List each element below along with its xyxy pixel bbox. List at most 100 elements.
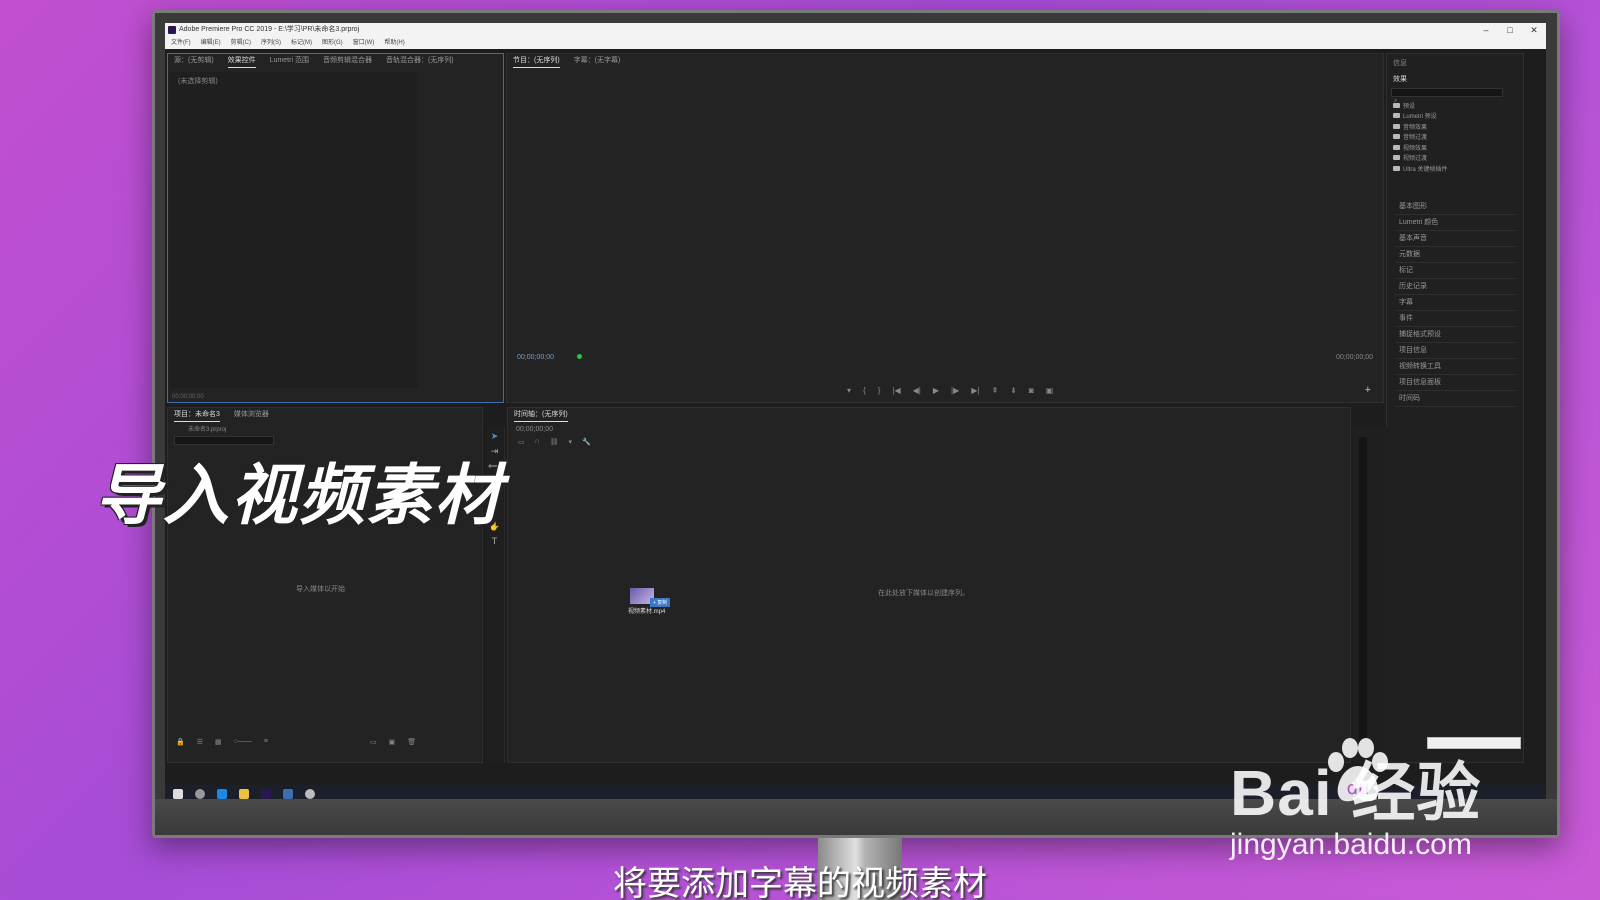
dragged-clip[interactable]: + 复制 视频素材.mp4: [628, 588, 678, 615]
effect-controls-area: (未选择剪辑): [170, 72, 418, 388]
program-monitor-panel: 节目：(无序列) 字幕：(无字幕) 00;00;00;00 00;00;00;0…: [506, 53, 1384, 403]
windows-start-icon[interactable]: [173, 789, 183, 799]
trash-icon[interactable]: 🗑: [407, 738, 416, 746]
folder-audio-effects[interactable]: 音频效果: [1389, 121, 1507, 132]
step-forward-icon[interactable]: |▶: [951, 386, 959, 395]
folder-icon: [1393, 144, 1400, 150]
menu-clip[interactable]: 剪辑(C): [231, 37, 251, 49]
linked-selection-icon[interactable]: ⛓: [550, 438, 559, 446]
panel-timecode[interactable]: 时间码: [1395, 391, 1517, 407]
sort-icon[interactable]: ≡: [264, 738, 268, 746]
go-to-out-icon[interactable]: ▶|: [971, 386, 979, 395]
new-bin-icon[interactable]: ▭: [370, 738, 377, 746]
menu-file[interactable]: 文件(F): [171, 37, 191, 49]
menu-help[interactable]: 帮助(H): [384, 37, 404, 49]
folder-ultra-keyframe[interactable]: Ultra 关键帧插件: [1389, 163, 1507, 174]
selection-tool-icon[interactable]: ➤: [485, 431, 504, 442]
browser-icon[interactable]: [305, 789, 315, 799]
transport-controls: ▾ { } |◀ ◀| ▶ |▶ ▶| ⇞ ⇟ ◙ ▣: [847, 386, 1053, 395]
folder-video-effects[interactable]: 视频效果: [1389, 142, 1507, 153]
tab-media-browser[interactable]: 媒体浏览器: [234, 408, 269, 422]
add-marker-icon[interactable]: ▾: [569, 438, 573, 446]
premiere-taskbar-icon[interactable]: [261, 789, 271, 799]
snap-icon[interactable]: ∩: [535, 438, 540, 446]
timeline-timecode[interactable]: 00;00;00;00: [516, 426, 553, 433]
lift-icon[interactable]: ⇞: [991, 386, 998, 395]
panel-essential-sound[interactable]: 基本声音: [1395, 231, 1517, 247]
minimize-button[interactable]: –: [1474, 23, 1498, 37]
video-subtitle: 将要添加字幕的视频素材: [613, 865, 987, 900]
panel-lumetri-color[interactable]: Lumetri 颜色: [1395, 215, 1517, 231]
folder-icon: [1393, 165, 1400, 171]
comparison-view-icon[interactable]: ▣: [1046, 386, 1054, 395]
icon-view-icon[interactable]: ▦: [215, 738, 222, 746]
wrench-icon[interactable]: 🔧: [582, 438, 591, 446]
step-back-icon[interactable]: ◀|: [913, 386, 921, 395]
folder-icon: [1393, 102, 1400, 108]
list-view-icon[interactable]: ☰: [197, 738, 203, 746]
button-editor-plus-icon[interactable]: +: [1365, 384, 1371, 396]
tab-effects[interactable]: 效果: [1393, 74, 1407, 84]
no-clip-label: (未选择剪辑): [178, 78, 218, 85]
mark-out-icon[interactable]: }: [878, 386, 881, 395]
clip-name: 视频素材.mp4: [628, 609, 666, 615]
menu-window[interactable]: 窗口(W): [353, 37, 375, 49]
close-button[interactable]: ✕: [1522, 23, 1546, 37]
menu-bar: 文件(F) 编辑(E) 剪辑(C) 序列(S) 标记(M) 图形(G) 窗口(W…: [165, 37, 1546, 49]
task-view-icon[interactable]: [217, 789, 227, 799]
tab-effect-controls[interactable]: 效果控件: [227, 54, 256, 68]
tab-audio-track-mixer[interactable]: 音轨混合器：(无序列): [386, 54, 454, 68]
workspace-panel-list: 基本图形 Lumetri 颜色 基本声音 元数据 标记 历史记录 字幕 事件 捕…: [1395, 199, 1517, 407]
nest-icon[interactable]: ▭: [518, 438, 525, 446]
baidu-jingyan-logo: Bai 经验: [1230, 757, 1482, 829]
export-frame-icon[interactable]: ◙: [1029, 386, 1034, 395]
tab-source[interactable]: 源：(无剪辑): [174, 54, 214, 68]
menu-edit[interactable]: 编辑(E): [201, 37, 221, 49]
menu-graphics[interactable]: 图形(G): [322, 37, 343, 49]
play-icon[interactable]: ▶: [933, 386, 939, 395]
panel-video-tools[interactable]: 视频转换工具: [1395, 359, 1517, 375]
menu-sequence[interactable]: 序列(S): [261, 37, 281, 49]
lock-icon[interactable]: 🔒: [176, 738, 185, 746]
tab-timeline[interactable]: 时间轴：(无序列): [514, 408, 568, 422]
audio-meter-bar: [1359, 437, 1367, 755]
tab-audio-clip-mixer[interactable]: 音频剪辑混合器: [323, 54, 372, 68]
extract-icon[interactable]: ⇟: [1010, 386, 1017, 395]
playhead-indicator: [577, 354, 582, 359]
panel-metadata[interactable]: 元数据: [1395, 247, 1517, 263]
panel-history[interactable]: 历史记录: [1395, 279, 1517, 295]
effect-controls-timecode: 00;00;00;00: [172, 394, 204, 400]
mark-in-icon[interactable]: {: [863, 386, 866, 395]
folder-audio-transitions[interactable]: 音频过渡: [1389, 132, 1507, 143]
folder-presets[interactable]: 预设: [1389, 100, 1507, 111]
search-icon[interactable]: [195, 789, 205, 799]
timeline-toolbar: ▭ ∩ ⛓ ▾ 🔧: [518, 438, 591, 446]
panel-project-info-panel[interactable]: 项目信息面板: [1395, 375, 1517, 391]
effect-controls-panel: 源：(无剪辑) 效果控件 Lumetri 范围 音频剪辑混合器 音轨混合器：(无…: [167, 53, 504, 403]
program-timecode-current[interactable]: 00;00;00;00: [517, 354, 554, 361]
app-taskbar-icon[interactable]: [283, 789, 293, 799]
tab-info[interactable]: 信息: [1393, 58, 1407, 68]
panel-essential-graphics[interactable]: 基本图形: [1395, 199, 1517, 215]
tab-captions[interactable]: 字幕：(无字幕): [574, 54, 621, 68]
panel-capture-presets[interactable]: 捕捉格式预设: [1395, 327, 1517, 343]
panel-events[interactable]: 事件: [1395, 311, 1517, 327]
tab-project[interactable]: 项目：未命名3: [174, 408, 220, 422]
maximize-button[interactable]: □: [1498, 23, 1522, 37]
add-marker-icon[interactable]: ▾: [847, 386, 851, 395]
folder-icon: [1393, 134, 1400, 140]
panel-captions[interactable]: 字幕: [1395, 295, 1517, 311]
effects-search-input[interactable]: ⌕: [1391, 88, 1503, 104]
menu-marker[interactable]: 标记(M): [291, 37, 312, 49]
file-explorer-icon[interactable]: [239, 789, 249, 799]
panel-markers[interactable]: 标记: [1395, 263, 1517, 279]
tab-lumetri-scopes[interactable]: Lumetri 范围: [270, 54, 309, 68]
zoom-slider[interactable]: ○——: [234, 738, 252, 746]
tab-program[interactable]: 节目：(无序列): [513, 54, 560, 68]
go-to-in-icon[interactable]: |◀: [892, 386, 900, 395]
folder-video-transitions[interactable]: 视频过渡: [1389, 153, 1507, 164]
folder-lumetri-presets[interactable]: Lumetri 预设: [1389, 111, 1507, 122]
copy-badge: + 复制: [650, 598, 671, 607]
new-item-icon[interactable]: ▣: [389, 738, 396, 746]
panel-project-info[interactable]: 项目信息: [1395, 343, 1517, 359]
